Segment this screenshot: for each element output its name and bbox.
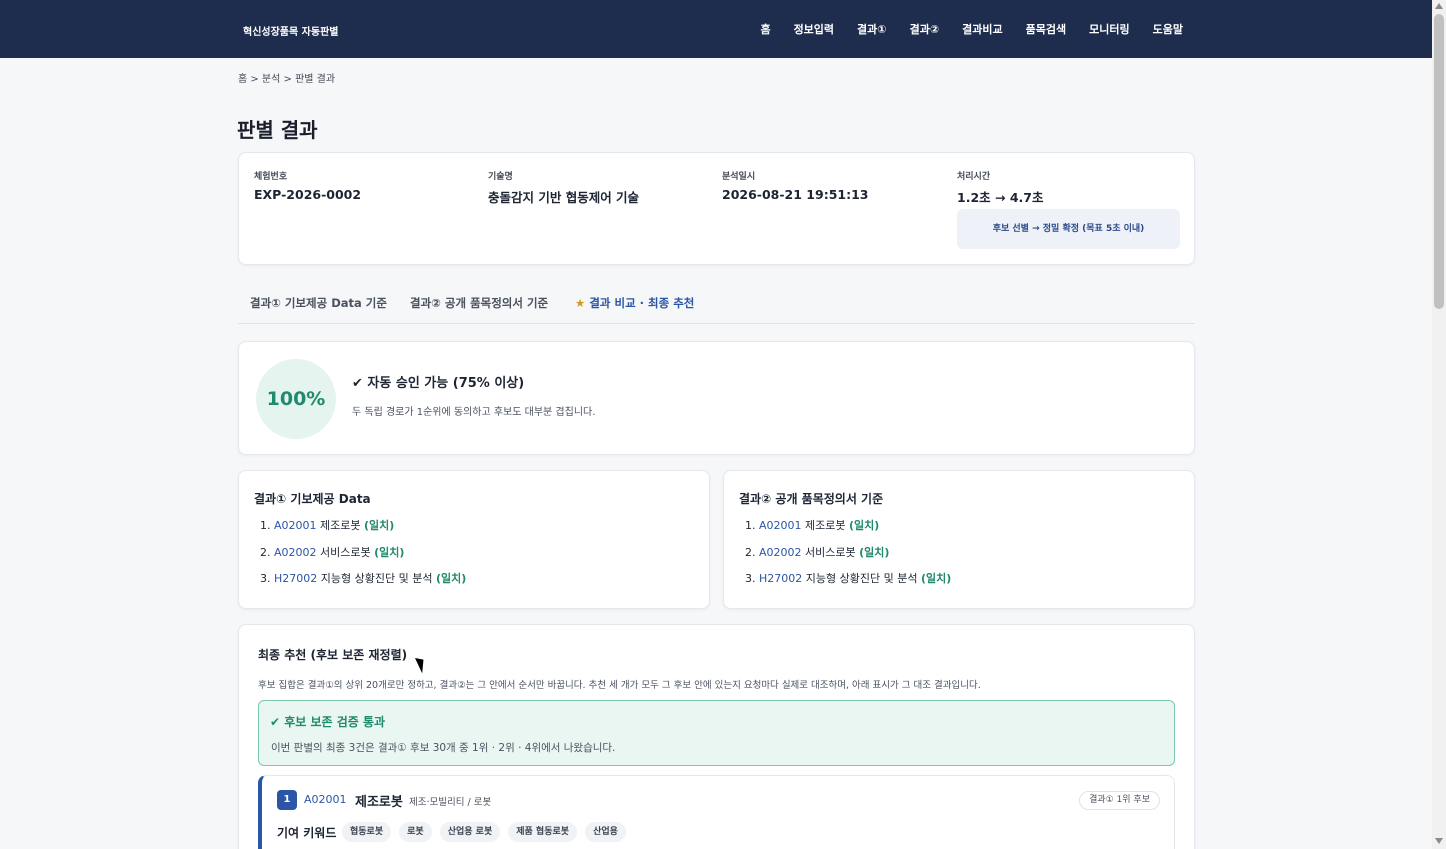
- item-status: (일치): [859, 545, 890, 559]
- result1-item: 2. A02002 서비스로봇 (일치): [260, 544, 466, 571]
- final-title: 최종 추천 (후보 보존 재정렬): [258, 648, 408, 662]
- result1-list: 1. A02001 제조로봇 (일치) 2. A02002 서비스로봇 (일치)…: [260, 517, 466, 597]
- rank-badge: 1: [277, 790, 297, 810]
- scroll-down-icon[interactable]: [1435, 838, 1443, 844]
- tab-result2[interactable]: 결과② 공개 품목정의서 기준: [410, 295, 548, 311]
- result2-item: 2. A02002 서비스로봇 (일치): [745, 544, 951, 571]
- tech-label: 기술명: [488, 172, 513, 182]
- experiment-label: 체험번호: [254, 172, 288, 182]
- result2-item: 1. A02001 제조로봇 (일치): [745, 517, 951, 544]
- item-status: (일치): [364, 519, 395, 532]
- result1-card: 결과① 기보제공 Data 1. A02001 제조로봇 (일치) 2. A02…: [238, 470, 710, 609]
- score-circle: 100%: [256, 359, 336, 439]
- result2-title: 결과② 공개 품목정의서 기준: [739, 492, 884, 506]
- item-code[interactable]: H27002: [274, 572, 317, 585]
- star-icon: ★: [575, 296, 586, 310]
- score-title: ✔ 자동 승인 가능 (75% 이상): [352, 376, 525, 391]
- page-title: 판별 결과: [237, 118, 318, 142]
- final-desc: 후보 집합은 결과①의 상위 20개로만 정하고, 결과②는 그 안에서 순서만…: [258, 680, 981, 691]
- keyword-list: 협동로봇 로봇 산업용 로봇 제품 협동로봇 산업용: [342, 822, 626, 842]
- result2-item: 3. H27002 지능형 상황진단 및 분석 (일치): [745, 570, 951, 597]
- rec-source-tag: 결과① 1위 후보: [1079, 791, 1160, 810]
- time-value: 1.2초 → 4.7초: [957, 190, 1044, 205]
- score-card: 100% ✔ 자동 승인 가능 (75% 이상) 두 독립 경로가 1순위에 동…: [238, 341, 1195, 455]
- experiment-info: 체험번호 EXP-2026-0002: [254, 169, 361, 202]
- keyword-chip: 로봇: [399, 822, 432, 842]
- rec-code[interactable]: A02001: [304, 793, 347, 806]
- keyword-chip: 산업용: [585, 822, 626, 842]
- pass-box: ✔ 후보 보존 검증 통과 이번 판별의 최종 3건은 결과① 후보 30개 중…: [258, 700, 1175, 766]
- keyword-chip: 협동로봇: [342, 822, 392, 842]
- brand-title[interactable]: 혁신성장품목 자동판별: [243, 23, 338, 38]
- vertical-scrollbar[interactable]: [1432, 0, 1446, 849]
- nav-links: 홈 정보입력 결과① 결과② 결과비교 품목검색 모니터링 도움말: [760, 21, 1183, 37]
- rec-category: 제조·모빌리티 / 로봇: [409, 797, 492, 808]
- date-value: 2026-08-21 19:51:13: [722, 187, 869, 202]
- keyword-chip: 산업용 로봇: [439, 822, 501, 842]
- nav-link-input[interactable]: 정보입력: [794, 21, 834, 37]
- result2-card: 결과② 공개 품목정의서 기준 1. A02001 제조로봇 (일치) 2. A…: [723, 470, 1195, 609]
- item-name: 제조로봇: [320, 519, 361, 532]
- item-code[interactable]: A02001: [759, 519, 802, 532]
- tab-compare-label: 결과 비교 · 최종 추천: [589, 296, 695, 310]
- date-info: 분석일시 2026-08-21 19:51:13: [722, 169, 869, 202]
- item-name: 지능형 상황진단 및 분석: [320, 572, 433, 585]
- item-code[interactable]: A02002: [759, 546, 802, 559]
- item-num: 1.: [260, 519, 271, 532]
- pass-title: ✔ 후보 보존 검증 통과: [270, 715, 386, 729]
- result2-list: 1. A02001 제조로봇 (일치) 2. A02002 서비스로봇 (일치)…: [745, 517, 951, 597]
- item-status: (일치): [435, 572, 467, 585]
- top-navbar: 혁신성장품목 자동판별 홈 정보입력 결과① 결과② 결과비교 품목검색 모니터…: [0, 0, 1432, 58]
- nav-link-search[interactable]: 품목검색: [1026, 21, 1066, 37]
- time-label: 처리시간: [957, 172, 991, 182]
- tab-compare[interactable]: ★ 결과 비교 · 최종 추천: [575, 295, 694, 311]
- result1-item: 3. H27002 지능형 상황진단 및 분석 (일치): [260, 570, 466, 597]
- item-status: (일치): [920, 572, 952, 585]
- keyword-chip: 제품 협동로봇: [508, 822, 578, 842]
- nav-link-help[interactable]: 도움말: [1153, 21, 1183, 37]
- nav-link-compare[interactable]: 결과비교: [962, 21, 1002, 37]
- item-code[interactable]: A02001: [274, 519, 317, 532]
- tech-value: 충돌감지 기반 협동제어 기술: [488, 190, 640, 205]
- item-status: (일치): [374, 545, 405, 559]
- date-label: 분석일시: [722, 172, 756, 182]
- recommendation-item[interactable]: 1 A02001 제조로봇 제조·모빌리티 / 로봇 결과① 1위 후보 기여 …: [258, 775, 1175, 849]
- final-recommendation-card: 최종 추천 (후보 보존 재정렬) 후보 집합은 결과①의 상위 20개로만 정…: [238, 624, 1195, 849]
- score-desc: 두 독립 경로가 1순위에 동의하고 후보도 대부분 겹칩니다.: [352, 407, 596, 418]
- tab-result1[interactable]: 결과① 기보제공 Data 기준: [250, 295, 387, 311]
- item-name: 제조로봇: [805, 519, 846, 532]
- item-num: 3.: [260, 572, 271, 585]
- nav-link-result1[interactable]: 결과①: [857, 21, 887, 37]
- item-name: 서비스로봇: [805, 545, 856, 559]
- rec-name: 제조로봇: [355, 795, 403, 810]
- scroll-up-icon[interactable]: [1435, 3, 1443, 9]
- keyword-label: 기여 키워드: [277, 826, 337, 840]
- item-num: 2.: [260, 545, 271, 559]
- item-name: 서비스로봇: [320, 545, 371, 559]
- scroll-thumb[interactable]: [1434, 14, 1444, 309]
- info-card: 체험번호 EXP-2026-0002 기술명 충돌감지 기반 협동제어 기술 분…: [238, 152, 1195, 265]
- item-code[interactable]: A02002: [274, 546, 317, 559]
- item-status: (일치): [849, 519, 880, 532]
- item-code[interactable]: H27002: [759, 572, 802, 585]
- nav-link-monitoring[interactable]: 모니터링: [1089, 21, 1129, 37]
- item-name: 지능형 상황진단 및 분석: [805, 572, 918, 585]
- item-num: 2.: [745, 545, 756, 559]
- experiment-value: EXP-2026-0002: [254, 187, 362, 202]
- pass-desc: 이번 판별의 최종 3건은 결과① 후보 30개 중 1위 · 2위 · 4위에…: [271, 742, 616, 754]
- nav-link-home[interactable]: 홈: [760, 21, 770, 37]
- result-tabs: 결과① 기보제공 Data 기준 결과② 공개 품목정의서 기준 ★ 결과 비교…: [238, 280, 1195, 324]
- time-note-badge: 후보 선별 → 정밀 확정 (목표 5초 이내): [957, 209, 1180, 249]
- tech-info: 기술명 충돌감지 기반 협동제어 기술: [488, 169, 639, 206]
- result1-item: 1. A02001 제조로봇 (일치): [260, 517, 466, 544]
- item-num: 3.: [745, 572, 756, 585]
- time-info: 처리시간 1.2초 → 4.7초: [957, 169, 1043, 206]
- nav-link-result2[interactable]: 결과②: [910, 21, 940, 37]
- breadcrumb: 홈 > 분석 > 판별 결과: [238, 74, 336, 85]
- result1-title: 결과① 기보제공 Data: [254, 492, 371, 506]
- item-num: 1.: [745, 519, 756, 532]
